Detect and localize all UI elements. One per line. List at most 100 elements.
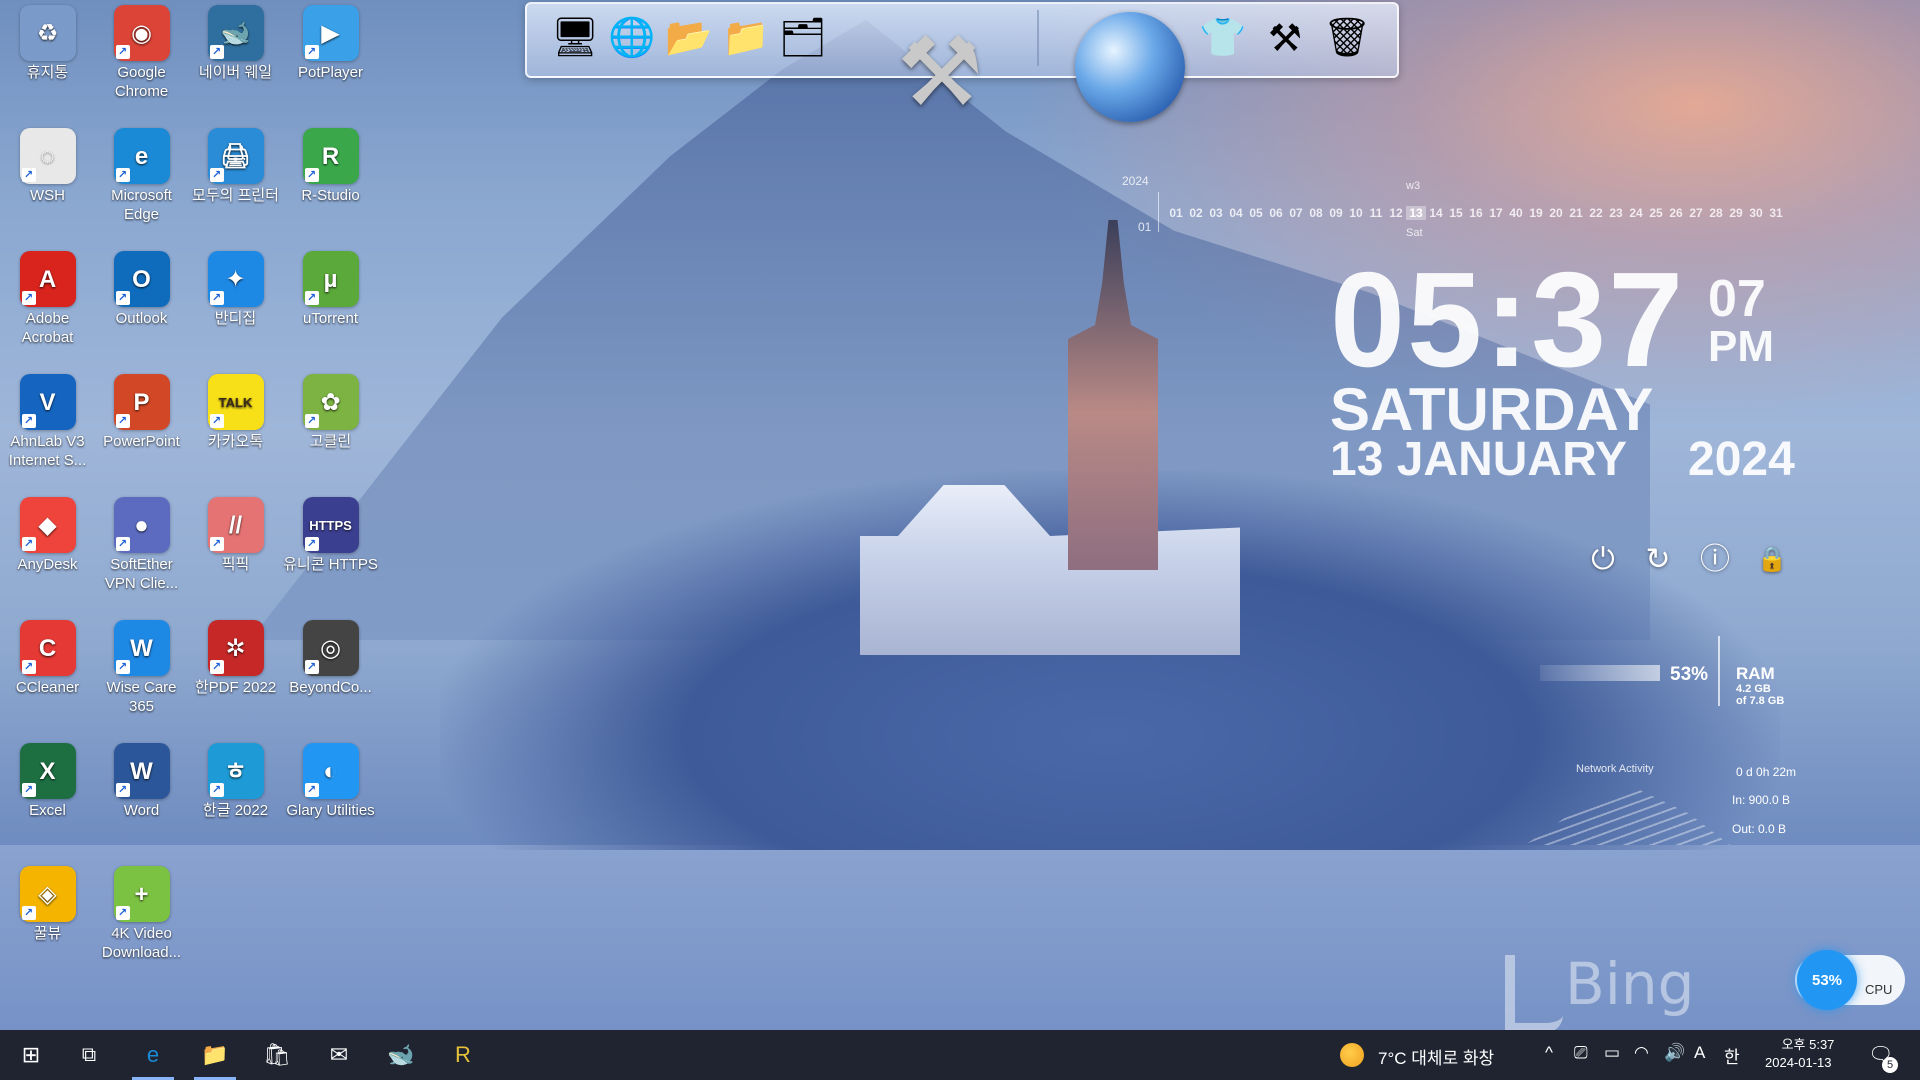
outlook-icon: O ↗ — [113, 251, 170, 307]
desktop-icon[interactable]: ▶ ↗ PotPlayer — [283, 5, 378, 82]
network-icon[interactable]: 🌐 — [604, 10, 660, 66]
desktop-icon[interactable]: ✿ ↗ 고클린 — [283, 374, 378, 451]
shutdown-icon[interactable]: ⏻ — [1583, 540, 1623, 580]
calendar-year: 2024 — [1122, 174, 1149, 188]
shortcut-arrow-icon: ↗ — [304, 168, 319, 182]
shortcut-arrow-icon: ↗ — [209, 414, 224, 428]
pictures-folder-icon[interactable]: 🗂 — [775, 10, 831, 66]
desktop-icon[interactable]: + ↗ 4K Video Download... — [94, 866, 189, 962]
file-explorer-icon[interactable]: 📁 — [184, 1030, 246, 1080]
desktop-icon[interactable]: ㅎ ↗ 한글 2022 — [188, 743, 283, 820]
desktop-icon[interactable]: ◉ ↗ Google Chrome — [94, 5, 189, 101]
tools-icon[interactable]: ⚒ — [885, 12, 995, 132]
icon-glyph: P — [133, 388, 150, 416]
desktop-icon[interactable]: TALK ↗ 카카오톡 — [188, 374, 283, 451]
desktop-icon[interactable]: ♻ 휴지통 — [0, 5, 95, 82]
globe-icon[interactable] — [1075, 12, 1185, 122]
desktop-icon-label: 카카오톡 — [207, 433, 264, 450]
sleep-icon[interactable]: ⓘ — [1695, 540, 1735, 580]
store-icon[interactable]: 🛍 — [246, 1030, 308, 1080]
network-title: Network Activity — [1576, 763, 1654, 775]
desktop-icon[interactable]: X ↗ Excel — [0, 743, 95, 820]
desktop-icon[interactable]: R ↗ R-Studio — [283, 128, 378, 205]
desktop-icon[interactable]: µ ↗ uTorrent — [283, 251, 378, 328]
desktop-icon-label: PowerPoint — [103, 433, 180, 450]
calendar-divider — [1158, 192, 1159, 232]
r-app-icon[interactable]: R — [432, 1030, 494, 1080]
desktop-icon-label: 네이버 웨일 — [198, 64, 273, 81]
4k-video-icon: + ↗ — [113, 866, 170, 922]
desktop-icon-label: uTorrent — [302, 310, 359, 327]
weather-text[interactable]: 7°C 대체로 화창 — [1378, 1044, 1494, 1069]
edge-icon[interactable]: e — [122, 1030, 184, 1080]
whale-icon[interactable]: 🐋 — [370, 1030, 432, 1080]
icon-glyph: // — [228, 511, 243, 539]
desktop-icon[interactable]: ● ↗ SoftEther VPN Clie... — [94, 497, 189, 593]
icon-glyph: ● — [134, 511, 149, 539]
shortcut-arrow-icon: ↗ — [115, 291, 130, 305]
desktop-icon-label: Word — [123, 802, 160, 819]
desktop-icon[interactable]: HTTPS ↗ 유니콘 HTTPS — [283, 497, 378, 574]
calendar-day: 28 — [1709, 206, 1723, 220]
icon-glyph: 🖨 — [220, 142, 251, 170]
desktop-icon[interactable]: ✲ ↗ 한PDF 2022 — [188, 620, 283, 697]
folder-icon[interactable]: 📁 — [718, 10, 774, 66]
desktop-icon-label: PotPlayer — [297, 64, 364, 81]
desktop-icon[interactable]: A ↗ Adobe Acrobat — [0, 251, 95, 347]
meet-now-icon[interactable]: ⎚ — [1574, 1043, 1588, 1063]
printer-icon: 🖨 ↗ — [207, 128, 264, 184]
chrome-icon: ◉ ↗ — [113, 5, 170, 61]
desktop-icon[interactable]: ◌ ↗ WSH — [0, 128, 95, 205]
documents-folder-icon[interactable]: 📂 — [661, 10, 717, 66]
desktop-icon[interactable]: W ↗ Word — [94, 743, 189, 820]
desktop-icon[interactable]: ◆ ↗ AnyDesk — [0, 497, 95, 574]
task-view-button[interactable]: ⧉ — [58, 1030, 120, 1080]
icon-glyph: C — [38, 634, 57, 662]
shortcut-arrow-icon: ↗ — [209, 537, 224, 551]
restart-icon[interactable]: ↻ — [1638, 540, 1678, 580]
mail-icon[interactable]: ✉ — [308, 1030, 370, 1080]
wifi-icon[interactable]: ◠ — [1634, 1043, 1649, 1063]
taskbar: ⊞ ⧉ e 📁 🛍 ✉ 🐋 R 7°C 대체로 화창 ^ ⎚ ▭ ◠ 🔊 A 한 오후 5:37 2… — [0, 1030, 1920, 1080]
tray-chevron-icon[interactable]: ^ — [1545, 1043, 1553, 1063]
weather-icon[interactable] — [1340, 1043, 1364, 1067]
taskbar-date[interactable]: 2024-01-13 — [1765, 1055, 1832, 1070]
tshirt-icon[interactable]: 👕 — [1195, 10, 1251, 66]
desktop-icon[interactable]: V ↗ AhnLab V3 Internet S... — [0, 374, 95, 470]
hammer-icon[interactable]: ⚒ — [1257, 10, 1313, 66]
calendar-day: 11 — [1369, 206, 1383, 220]
desktop-icon[interactable]: C ↗ CCleaner — [0, 620, 95, 697]
shortcut-arrow-icon: ↗ — [115, 660, 130, 674]
calendar-day: 15 — [1449, 206, 1463, 220]
desktop-icon[interactable]: ◐ ↗ Glary Utilities — [283, 743, 378, 820]
word-icon: W ↗ — [113, 743, 170, 799]
desktop-icon[interactable]: ◎ ↗ BeyondCo... — [283, 620, 378, 697]
desktop-icon[interactable]: 🐋 ↗ 네이버 웨일 — [188, 5, 283, 82]
lock-icon[interactable]: 🔒 — [1752, 540, 1792, 580]
desktop-icon[interactable]: // ↗ 픽픽 — [188, 497, 283, 574]
notification-count: 5 — [1882, 1057, 1898, 1073]
desktop-icon[interactable]: P ↗ PowerPoint — [94, 374, 189, 451]
desktop-icon[interactable]: O ↗ Outlook — [94, 251, 189, 328]
ime-korean-icon[interactable]: 한 — [1724, 1043, 1740, 1068]
volume-icon[interactable]: 🔊 — [1664, 1043, 1685, 1063]
trash-icon[interactable]: 🗑 — [1319, 10, 1375, 66]
network-in: In: 900.0 B — [1732, 793, 1791, 807]
icon-glyph: ◆ — [38, 511, 57, 539]
calendar-day: 21 — [1569, 206, 1583, 220]
calendar-day: 29 — [1729, 206, 1743, 220]
taskbar-time[interactable]: 오후 5:37 — [1778, 1034, 1838, 1053]
desktop-icon[interactable]: ◈ ↗ 꿀뷰 — [0, 866, 95, 943]
desktop-icon[interactable]: ✦ ↗ 반디집 — [188, 251, 283, 328]
desktop-icon[interactable]: e ↗ Microsoft Edge — [94, 128, 189, 224]
desktop-icon[interactable]: W ↗ Wise Care 365 — [94, 620, 189, 716]
desktop-icon[interactable]: 🖨 ↗ 모두의 프린터 — [188, 128, 283, 205]
font-input-icon[interactable]: A — [1694, 1043, 1705, 1063]
start-button[interactable]: ⊞ — [0, 1030, 62, 1080]
shortcut-arrow-icon: ↗ — [304, 783, 319, 797]
shortcut-arrow-icon: ↗ — [209, 168, 224, 182]
computer-icon[interactable]: 🖥 — [547, 10, 603, 66]
shortcut-arrow-icon: ↗ — [209, 45, 224, 59]
icon-glyph: W — [130, 634, 153, 662]
battery-icon[interactable]: ▭ — [1604, 1043, 1620, 1063]
